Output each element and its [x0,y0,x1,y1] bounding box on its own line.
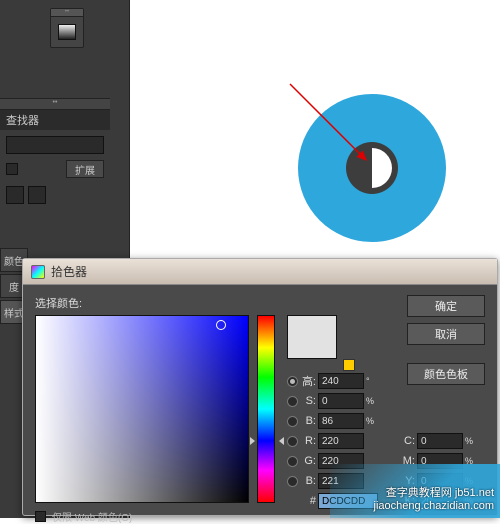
b-label: B: [300,415,316,427]
tab-label: 颜色 [4,253,24,268]
bch-radio[interactable] [287,476,298,487]
c-label: C: [399,435,415,447]
b-unit: % [366,416,378,426]
cancel-button[interactable]: 取消 [407,323,485,345]
watermark-line2: jiaocheng.chazidian.com [374,500,494,512]
dialog-titlebar[interactable]: 拾色器 [23,259,497,285]
tab-label: 度 [9,279,19,294]
hue-slider[interactable] [257,315,275,503]
color-spectrum[interactable] [35,315,249,503]
hue-radio[interactable] [287,376,298,387]
s-input[interactable] [318,393,364,409]
web-only-checkbox[interactable] [35,511,46,522]
g-radio[interactable] [287,456,298,467]
finder-browse-button[interactable]: 扩展 [66,160,104,178]
h-label: 高: [300,373,316,389]
gradient-thumb-icon[interactable] [58,24,76,40]
ok-label: 确定 [435,298,457,314]
colorpicker-icon [31,265,45,279]
swatch-label: 颜色色板 [424,366,468,382]
finder-title-label: 查找器 [6,112,39,128]
web-only-row: 仅限 Web 颜色(O) [35,509,132,524]
web-only-label: 仅限 Web 颜色(O) [52,509,132,524]
panel-handle-icon[interactable]: •• [0,98,110,110]
old-color-swatch[interactable] [288,337,336,358]
annotation-arrow-icon [280,80,390,180]
finder-thumb[interactable] [6,186,24,204]
s-unit: % [366,396,378,406]
new-color-swatch [288,316,336,337]
hex-prefix: # [300,495,316,507]
swatch-button[interactable]: 颜色色板 [407,363,485,385]
r-input[interactable] [318,433,364,449]
finder-search-input[interactable] [6,136,104,154]
watermark: 查字典教程网 jb51.net jiaocheng.chazidian.com [374,484,494,512]
watermark-line1: 查字典教程网 jb51.net [374,484,494,500]
r-label: R: [300,435,316,447]
finder-checkbox[interactable] [6,163,18,175]
bch-label: B: [300,475,316,487]
cancel-label: 取消 [435,326,457,342]
s-label: S: [300,395,316,407]
ok-button[interactable]: 确定 [407,295,485,317]
finder-title[interactable]: 查找器 [0,110,110,130]
finder-thumb[interactable] [28,186,46,204]
spectrum-marker-icon[interactable] [216,320,226,330]
tab-label: 样式 [4,305,24,320]
sat-radio[interactable] [287,396,298,407]
browse-label: 扩展 [75,162,95,177]
panel-handle-icon[interactable]: •• [51,9,83,17]
color-preview [287,315,337,359]
h-input[interactable] [318,373,364,389]
finder-panel: •• 查找器 扩展 [0,98,110,210]
gamut-warning-icon[interactable] [343,359,355,371]
bri-radio[interactable] [287,416,298,427]
mini-gradient-panel[interactable]: •• [50,8,84,48]
c-input[interactable] [417,433,463,449]
c-unit: % [465,436,477,446]
dialog-title: 拾色器 [51,263,87,280]
b-input[interactable] [318,413,364,429]
dialog-buttons: 确定 取消 颜色色板 [407,295,485,385]
h-unit: ° [366,376,378,386]
r-radio[interactable] [287,436,298,447]
g-label: G: [300,455,316,467]
